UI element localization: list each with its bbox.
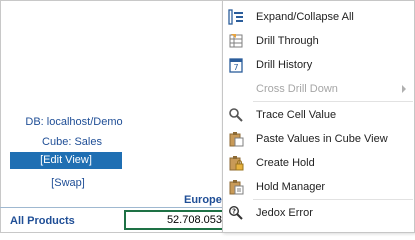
swap-button[interactable]: [Swap] — [8, 177, 128, 189]
menu-separator — [253, 199, 413, 200]
menu-item-drill-history[interactable]: 7 Drill History — [223, 53, 414, 76]
menu-item-trace-cell-value[interactable]: Trace Cell Value — [223, 103, 414, 126]
clipboard-lock-icon — [228, 155, 244, 171]
svg-text:?: ? — [232, 208, 236, 216]
cube-label: Cube: Sales — [42, 136, 102, 148]
magnifier-icon — [228, 107, 244, 123]
menu-item-paste-values-in-cube-view[interactable]: Paste Values in Cube View — [223, 127, 414, 150]
menu-item-expand-collapse-all[interactable]: Expand/Collapse All — [223, 5, 414, 28]
menu-item-label: Create Hold — [256, 157, 315, 169]
menu-item-label: Cross Drill Down — [256, 83, 338, 95]
submenu-arrow-icon — [402, 85, 406, 93]
menu-item-cross-drill-down[interactable]: Cross Drill Down — [223, 77, 414, 100]
database-label: DB: localhost/Demo — [25, 116, 123, 128]
menu-item-label: Expand/Collapse All — [256, 11, 354, 23]
menu-item-create-hold[interactable]: Create Hold — [223, 151, 414, 174]
edit-view-button[interactable]: [Edit View] — [10, 152, 122, 169]
menu-item-label: Drill Through — [256, 35, 319, 47]
menu-item-hold-manager[interactable]: Hold Manager — [223, 175, 414, 198]
selected-cell[interactable]: 52.708.053 — [124, 210, 228, 230]
spreadsheet-area: DB: localhost/Demo Cube: Sales [Edit Vie… — [0, 0, 230, 233]
error-search-icon: ? — [228, 205, 244, 221]
svg-text:7: 7 — [233, 63, 238, 72]
menu-item-label: Paste Values in Cube View — [256, 133, 388, 145]
column-header-europe: Europe — [184, 194, 222, 206]
menu-item-drill-through[interactable]: Drill Through — [223, 29, 414, 52]
menu-item-label: Jedox Error — [256, 207, 313, 219]
calendar-icon: 7 — [228, 57, 244, 73]
expand-collapse-icon — [228, 9, 244, 25]
row-divider — [0, 207, 222, 208]
clipboard-list-icon — [228, 179, 244, 195]
menu-item-label: Trace Cell Value — [256, 109, 337, 121]
menu-separator — [253, 101, 413, 102]
clipboard-icon — [228, 131, 244, 147]
menu-item-label: Hold Manager — [256, 181, 326, 193]
row-header-all-products: All Products — [10, 215, 75, 227]
context-menu: Expand/Collapse All Drill Through 7 Dril… — [222, 0, 415, 233]
menu-item-label: Drill History — [256, 59, 313, 71]
menu-item-jedox-error[interactable]: ? Jedox Error — [223, 201, 414, 224]
drill-through-icon — [228, 33, 244, 49]
